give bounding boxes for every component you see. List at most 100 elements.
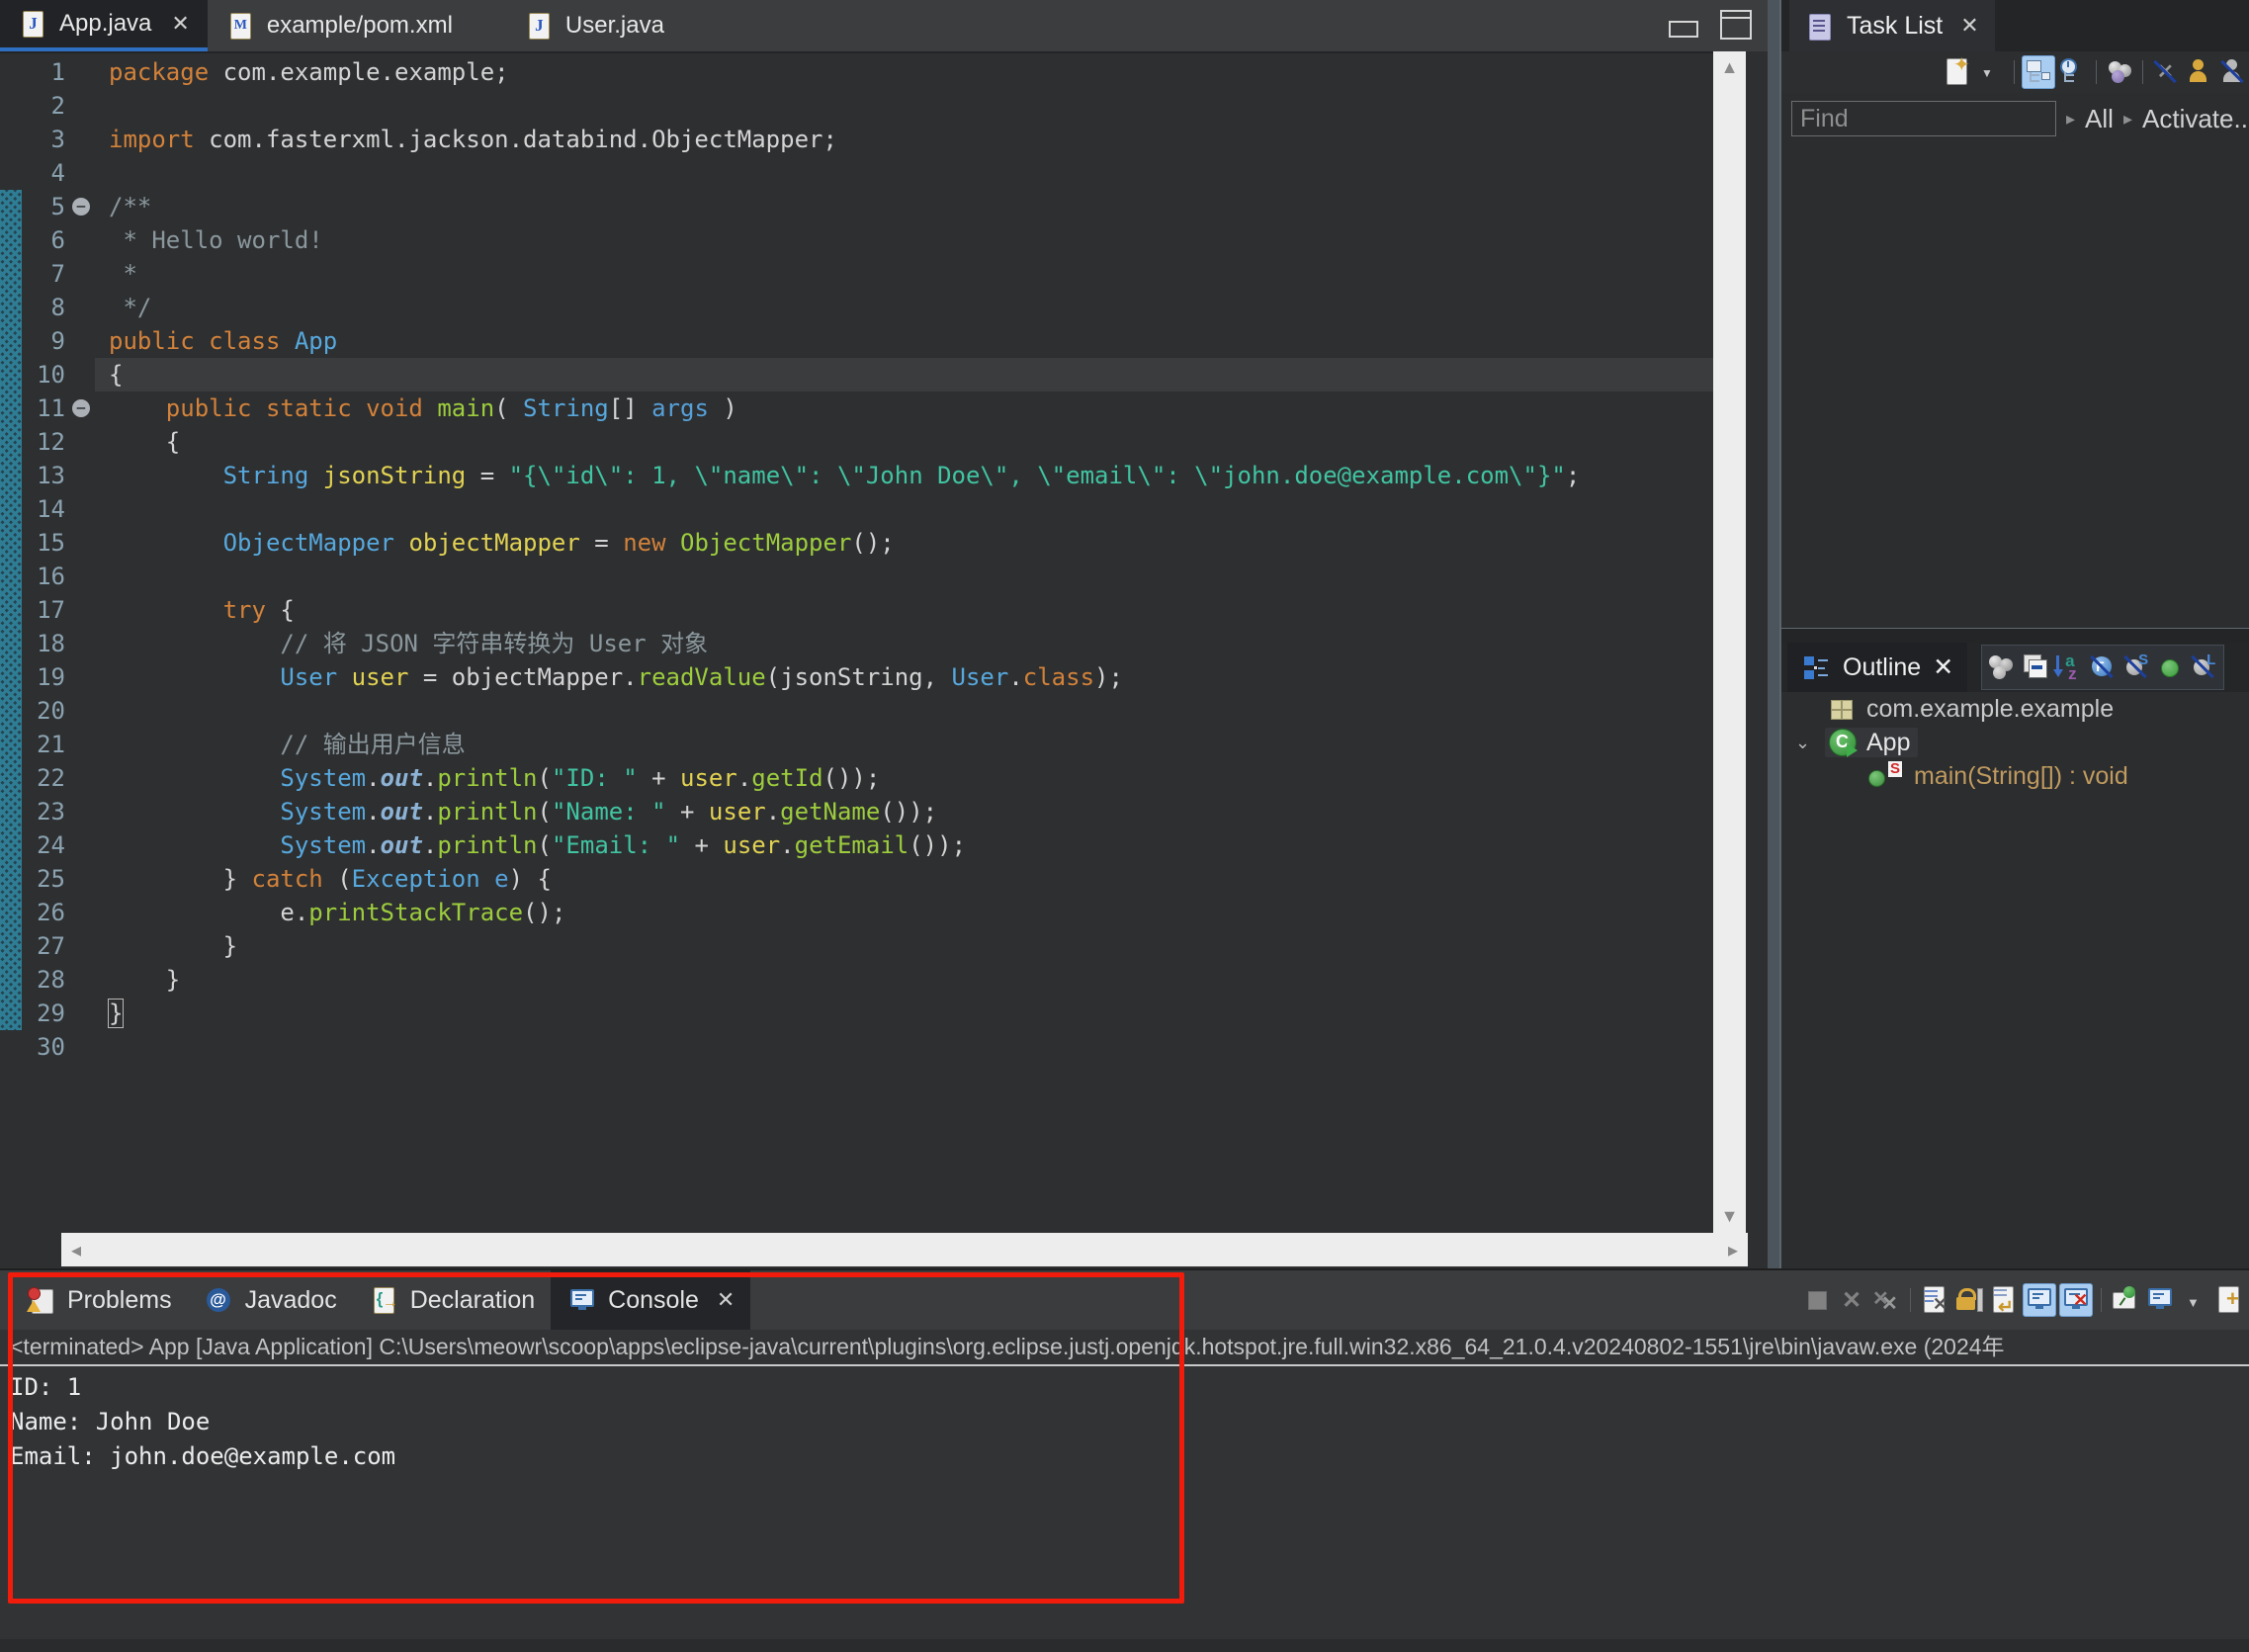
outline-item-main-string------void[interactable]: Smain(String[]) : void — [1781, 759, 2249, 793]
code-line-15[interactable]: 15 ObjectMapper objectMapper = new Objec… — [0, 526, 1713, 560]
code-line-27[interactable]: 27 } — [0, 929, 1713, 963]
hide-completed-icon[interactable]: ✕ — [2150, 56, 2182, 88]
close-icon[interactable]: ✕ — [1960, 13, 1978, 39]
scheduled-view-icon[interactable] — [2057, 56, 2089, 88]
code-editor[interactable]: 1package com.example.example;23import co… — [0, 51, 1713, 1235]
code-line-19[interactable]: 19 User user = objectMapper.readValue(js… — [0, 660, 1713, 694]
tab-outline[interactable]: Outline ✕ — [1787, 643, 1967, 692]
code-line-23[interactable]: 23 System.out.println("Name: " + user.ge… — [0, 795, 1713, 828]
editor-tab-app-java[interactable]: JApp.java✕ — [0, 0, 208, 51]
code-line-16[interactable]: 16 — [0, 560, 1713, 593]
tab-javadoc[interactable]: @Javadoc — [188, 1270, 353, 1330]
tab-task-list[interactable]: Task List✕ — [1789, 0, 1995, 51]
outline-item-com-example-example[interactable]: com.example.example — [1781, 692, 2249, 726]
editor-tab-user-java[interactable]: JUser.java — [506, 0, 682, 51]
scroll-up-icon[interactable]: ▲ — [1713, 57, 1746, 78]
scroll-left-icon[interactable]: ◂ — [71, 1238, 81, 1262]
minimize-icon[interactable] — [1669, 21, 1698, 38]
open-console-icon[interactable]: + — [2213, 1284, 2245, 1316]
code-line-7[interactable]: 7 * — [0, 257, 1713, 291]
sort-icon[interactable]: az — [2053, 652, 2085, 683]
chevron-down-icon[interactable]: ⌄ — [1795, 733, 1810, 753]
code-line-10[interactable]: 10{ — [0, 358, 1713, 391]
tasklist-toolbar: ✦▼ ✕ — [1781, 51, 2249, 93]
scope-all-label[interactable]: All — [2085, 104, 2114, 134]
code-line-6[interactable]: 6 * Hello world! — [0, 223, 1713, 257]
line-number: 8 — [22, 291, 69, 324]
presentation-icon[interactable] — [2104, 56, 2135, 88]
task-find-input[interactable] — [1791, 101, 2056, 136]
tab-declaration[interactable]: {→Declaration — [353, 1270, 551, 1330]
show-stdout-icon[interactable] — [2023, 1283, 2056, 1317]
restore-icon[interactable] — [1720, 10, 1752, 40]
code-line-8[interactable]: 8 */ — [0, 291, 1713, 324]
code-line-5[interactable]: 5−/** — [0, 190, 1713, 223]
categorized-view-icon[interactable] — [2022, 55, 2055, 89]
all-tasks-slash-icon[interactable] — [2217, 56, 2249, 88]
code-line-18[interactable]: 18 // 将 JSON 字符串转换为 User 对象 — [0, 627, 1713, 660]
code-line-4[interactable]: 4 — [0, 156, 1713, 190]
code-line-1[interactable]: 1package com.example.example; — [0, 55, 1713, 89]
hide-fields-icon[interactable]: F — [2087, 652, 2119, 683]
console-output[interactable]: ID: 1Name: John DoeEmail: john.doe@examp… — [0, 1366, 2249, 1474]
code-line-22[interactable]: 22 System.out.println("ID: " + user.getI… — [0, 761, 1713, 795]
token: ()); — [880, 798, 937, 826]
scroll-down-icon[interactable]: ▼ — [1713, 1206, 1746, 1227]
code-line-30[interactable]: 30 — [0, 1030, 1713, 1064]
code-line-29[interactable]: 29} — [0, 997, 1713, 1030]
code-line-20[interactable]: 20 — [0, 694, 1713, 728]
console-dropdown-icon[interactable]: ▼ — [2179, 1284, 2210, 1316]
hide-local-types-icon[interactable]: L — [2188, 652, 2219, 683]
fold-collapse-icon[interactable]: − — [69, 190, 95, 223]
code-line-11[interactable]: 11− public static void main( String[] ar… — [0, 391, 1713, 425]
hide-non-public-icon[interactable] — [2154, 652, 2186, 683]
collapse-all-icon[interactable] — [2020, 652, 2051, 683]
terminate-icon[interactable] — [1801, 1284, 1833, 1316]
tab-problems[interactable]: Problems — [10, 1270, 188, 1330]
code-line-17[interactable]: 17 try { — [0, 593, 1713, 627]
close-icon[interactable]: ✕ — [171, 11, 189, 37]
code-line-26[interactable]: 26 e.printStackTrace(); — [0, 896, 1713, 929]
code-line-14[interactable]: 14 — [0, 492, 1713, 526]
editor-tab-example-pom-xml[interactable]: Mexample/pom.xml — [208, 0, 471, 51]
panel-divider[interactable] — [1781, 629, 2249, 643]
remove-launch-icon[interactable]: ✕ — [1836, 1284, 1867, 1316]
new-task-icon[interactable]: ✦ — [1942, 56, 1973, 88]
code-line-25[interactable]: 25 } catch (Exception e) { — [0, 862, 1713, 896]
editor-horizontal-scrollbar[interactable]: ◂ ▸ — [61, 1233, 1748, 1266]
scroll-lock-icon[interactable] — [1953, 1284, 1985, 1316]
display-console-icon[interactable] — [2144, 1284, 2176, 1316]
scroll-right-icon[interactable]: ▸ — [1728, 1238, 1738, 1262]
new-task-dropdown-icon[interactable]: ▼ — [1975, 56, 2007, 88]
close-icon[interactable]: ✕ — [717, 1287, 735, 1313]
fold-collapse-icon[interactable]: − — [69, 391, 95, 425]
editor-tab-label: User.java — [565, 12, 664, 40]
focus-icon[interactable] — [1986, 652, 2018, 683]
my-tasks-icon[interactable] — [2184, 56, 2215, 88]
remove-all-terminated-icon[interactable]: ✕✕ — [1870, 1284, 1902, 1316]
code-line-12[interactable]: 12 { — [0, 425, 1713, 459]
line-number: 11 — [22, 391, 69, 425]
editor-vertical-scrollbar[interactable]: ▲ ▼ — [1713, 51, 1746, 1233]
code-line-13[interactable]: 13 String jsonString = "{\"id\": 1, \"na… — [0, 459, 1713, 492]
activate-label[interactable]: Activate... — [2142, 104, 2249, 134]
pin-console-icon[interactable] — [2110, 1284, 2141, 1316]
show-stderr-icon[interactable]: ✕ — [2059, 1283, 2093, 1317]
token: [] — [609, 394, 651, 422]
outline-item-app[interactable]: ⌄CApp — [1781, 726, 2249, 759]
hide-static-icon[interactable]: S — [2120, 652, 2152, 683]
token: class — [1023, 663, 1094, 691]
code-line-9[interactable]: 9public class App — [0, 324, 1713, 358]
code-line-3[interactable]: 3import com.fasterxml.jackson.databind.O… — [0, 123, 1713, 156]
code-line-24[interactable]: 24 System.out.println("Email: " + user.g… — [0, 828, 1713, 862]
token: String — [523, 394, 609, 422]
tab-console[interactable]: Console✕ — [551, 1270, 750, 1330]
line-number: 10 — [22, 358, 69, 391]
close-icon[interactable]: ✕ — [1933, 652, 1953, 682]
word-wrap-icon[interactable]: ↵ — [1988, 1284, 2020, 1316]
clear-console-icon[interactable]: ✕ — [1919, 1284, 1950, 1316]
code-line-2[interactable]: 2 — [0, 89, 1713, 123]
panel-sash[interactable] — [1768, 0, 1779, 1268]
code-line-28[interactable]: 28 } — [0, 963, 1713, 997]
code-line-21[interactable]: 21 // 输出用户信息 — [0, 728, 1713, 761]
